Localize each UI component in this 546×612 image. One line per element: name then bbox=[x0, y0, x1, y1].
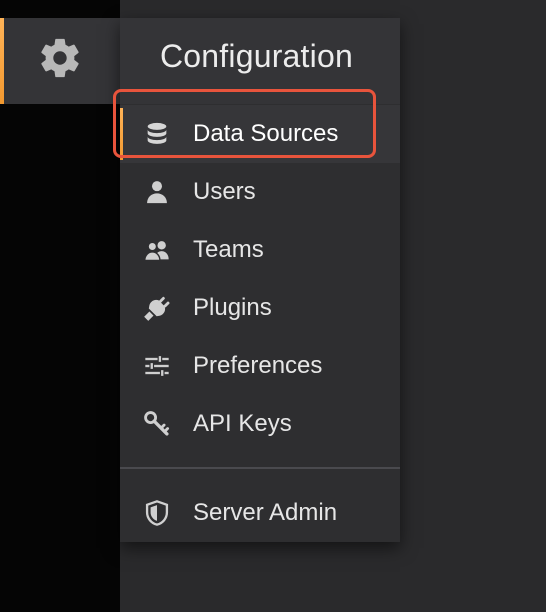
users-icon bbox=[142, 235, 172, 265]
sidebar bbox=[0, 0, 120, 612]
user-icon bbox=[142, 177, 172, 207]
menu-header: Configuration bbox=[120, 18, 400, 104]
menu-item-api-keys[interactable]: API Keys bbox=[120, 395, 400, 453]
menu-item-label: API Keys bbox=[193, 410, 292, 437]
database-icon bbox=[142, 119, 172, 149]
menu-item-label: Users bbox=[193, 178, 256, 205]
menu-item-label: Plugins bbox=[193, 294, 272, 321]
menu-item-plugins[interactable]: Plugins bbox=[120, 279, 400, 337]
key-icon bbox=[142, 409, 172, 439]
menu-item-label: Server Admin bbox=[193, 499, 338, 526]
sliders-icon bbox=[142, 351, 172, 381]
sidebar-item-configuration[interactable] bbox=[0, 18, 120, 104]
menu-item-users[interactable]: Users bbox=[120, 163, 400, 221]
plug-icon bbox=[142, 293, 172, 323]
menu-divider bbox=[120, 467, 400, 469]
menu-title: Configuration bbox=[160, 38, 353, 74]
menu-item-preferences[interactable]: Preferences bbox=[120, 337, 400, 395]
menu-items: Data Sources Users Teams Plugins Prefere… bbox=[120, 105, 400, 453]
active-indicator bbox=[0, 18, 4, 104]
menu-item-label: Teams bbox=[193, 236, 264, 263]
menu-item-data-sources[interactable]: Data Sources bbox=[120, 105, 400, 163]
menu-item-server-admin[interactable]: Server Admin bbox=[120, 484, 400, 542]
menu-item-label: Preferences bbox=[193, 352, 323, 379]
menu-item-label: Data Sources bbox=[193, 120, 339, 147]
menu-item-teams[interactable]: Teams bbox=[120, 221, 400, 279]
configuration-menu: Configuration Data Sources Users Teams P… bbox=[120, 18, 400, 542]
app-root: Configuration Data Sources Users Teams P… bbox=[0, 0, 546, 612]
shield-icon bbox=[142, 498, 172, 528]
gear-icon bbox=[37, 37, 83, 86]
